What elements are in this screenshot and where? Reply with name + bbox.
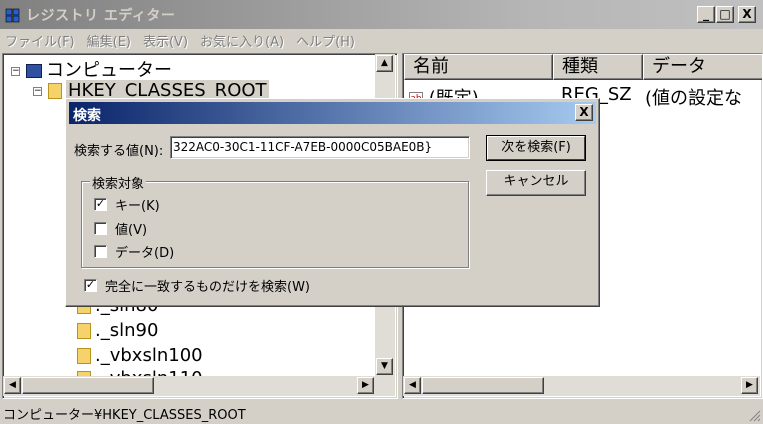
option-keys[interactable]: ✓ キー(K): [94, 195, 160, 214]
folder-icon: [77, 323, 91, 339]
tree-label-computer: コンピューター: [46, 60, 172, 81]
scroll-thumb[interactable]: [22, 377, 154, 394]
find-next-label: 次を検索(F): [487, 136, 585, 160]
keys-label: キー(K): [115, 199, 160, 214]
scroll-thumb[interactable]: [422, 377, 544, 394]
column-header-data[interactable]: データ: [643, 54, 762, 80]
look-at-group: 検索対象 ✓ キー(K) 値(V) データ(D): [81, 173, 469, 268]
option-values[interactable]: 値(V): [94, 219, 147, 238]
scroll-left-icon[interactable]: ◀: [4, 377, 21, 394]
registry-editor-icon: [5, 8, 20, 23]
tree-label: ._vbxsln100: [95, 345, 203, 366]
data-label: データ(D): [115, 246, 175, 261]
column-header-type[interactable]: 種類: [553, 54, 643, 80]
collapse-icon[interactable]: −: [11, 66, 20, 76]
find-dialog: 検索 X 検索する値(N): 322AC0-30C1-11CF-A7EB-000…: [65, 98, 600, 307]
list-horizontal-scrollbar[interactable]: ◀ ▶: [403, 376, 760, 396]
collapse-icon[interactable]: −: [33, 86, 42, 96]
option-data[interactable]: データ(D): [94, 242, 174, 261]
menu-bar: ファイル(F) 編集(E) 表示(V) お気に入り(A) ヘルプ(H): [0, 29, 763, 51]
find-next-button[interactable]: 次を検索(F): [486, 135, 586, 161]
data-checkbox[interactable]: [94, 245, 107, 258]
tree-item-computer[interactable]: − コンピューター: [11, 56, 172, 81]
match-whole-label: 完全に一致するものだけを検索(W): [105, 280, 310, 295]
tree-label: ._sln90: [95, 320, 159, 341]
menu-help[interactable]: ヘルプ(H): [291, 29, 360, 51]
minimize-button[interactable]: _: [697, 6, 715, 23]
dialog-title: 検索: [73, 108, 101, 124]
window-title: レジストリ エディター: [26, 8, 176, 24]
scroll-right-icon[interactable]: ▶: [741, 377, 758, 394]
menu-view[interactable]: 表示(V): [138, 29, 193, 51]
folder-icon: [48, 83, 62, 99]
folder-icon: [77, 348, 91, 364]
tree-item[interactable]: ._vbxsln100: [77, 345, 203, 369]
title-bar: レジストリ エディター _ □ X: [0, 0, 763, 29]
tree-horizontal-scrollbar[interactable]: ◀ ▶: [3, 376, 395, 396]
resize-grip-icon[interactable]: [749, 410, 761, 422]
status-bar: コンピューター¥HKEY_CLASSES_ROOT: [0, 400, 763, 424]
find-what-input[interactable]: 322AC0-30C1-11CF-A7EB-0000C05BAE0B}: [170, 136, 470, 159]
scroll-right-icon[interactable]: ▶: [357, 377, 374, 394]
match-whole-checkbox[interactable]: ✓: [84, 279, 97, 292]
menu-edit[interactable]: 編集(E): [82, 29, 136, 51]
maximize-button[interactable]: □: [716, 6, 734, 23]
scroll-left-icon[interactable]: ◀: [404, 377, 421, 394]
dialog-close-button[interactable]: X: [575, 104, 593, 121]
computer-icon: [26, 64, 42, 78]
dialog-title-bar[interactable]: 検索 X: [69, 102, 596, 124]
values-checkbox[interactable]: [94, 222, 107, 235]
keys-checkbox[interactable]: ✓: [94, 198, 107, 211]
close-button[interactable]: X: [738, 6, 756, 23]
column-header-name[interactable]: 名前: [404, 54, 553, 80]
cancel-button[interactable]: キャンセル: [486, 170, 586, 196]
tree-item[interactable]: ._sln90: [77, 320, 158, 344]
value-row-data: (値の設定な: [645, 88, 743, 109]
find-what-label: 検索する値(N):: [74, 144, 164, 159]
menu-favorites[interactable]: お気に入り(A): [195, 29, 289, 51]
scroll-down-icon[interactable]: ▼: [376, 358, 393, 375]
match-whole-string-option[interactable]: ✓ 完全に一致するものだけを検索(W): [84, 276, 310, 295]
look-at-legend: 検索対象: [90, 173, 147, 192]
scroll-up-icon[interactable]: ▲: [376, 55, 393, 72]
menu-file[interactable]: ファイル(F): [0, 29, 80, 51]
values-label: 値(V): [115, 223, 148, 238]
status-path: コンピューター¥HKEY_CLASSES_ROOT: [3, 408, 246, 423]
